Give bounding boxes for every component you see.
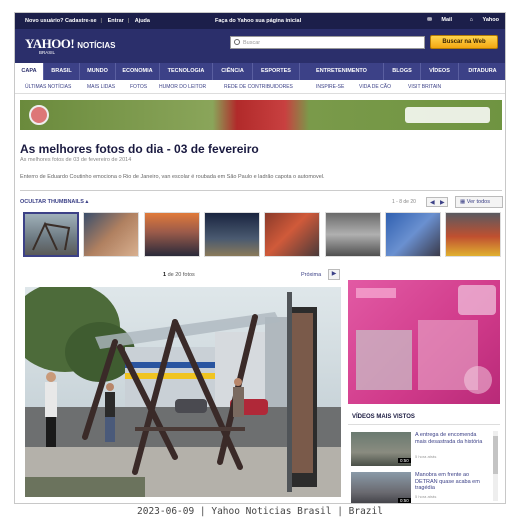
grid-icon: ▦ <box>460 199 466 205</box>
divider <box>20 190 502 191</box>
thumbnail[interactable] <box>23 212 79 257</box>
banner-ad[interactable] <box>20 100 502 130</box>
caret-up-icon: ▴ <box>85 199 89 205</box>
utility-bar: Novo usuário? Cadastre-se | Entrar | Ajuda… <box>15 13 505 29</box>
next-arrow-icon[interactable]: ▶ <box>440 199 445 206</box>
gallery-description: Enterro de Eduardo Coutinho emociona o R… <box>20 174 325 180</box>
yahoo-link[interactable]: ⌂ Yahoo <box>462 17 499 23</box>
help-link[interactable]: Ajuda <box>135 18 150 24</box>
site-header: YAHOO! NOTÍCIAS BRASIL Buscar Buscar na W… <box>15 29 505 63</box>
subnav-rede[interactable]: REDE DE CONTRIBUIDORES <box>224 84 293 90</box>
nav-tecnologia[interactable]: TECNOLOGIA <box>160 63 213 80</box>
homepage-link[interactable]: Faça do Yahoo sua página inicial <box>215 18 301 24</box>
nav-blogs[interactable]: BLOGS <box>384 63 421 80</box>
video-duration: 0:50 <box>398 498 411 503</box>
thumbnail[interactable] <box>325 212 381 257</box>
nav-capa[interactable]: CAPA <box>15 63 44 80</box>
subnav-mais-lidas[interactable]: MAIS LIDAS <box>87 84 115 90</box>
video-title[interactable]: A entrega de encomenda mais desastrada d… <box>415 432 487 445</box>
scrollbar-thumb[interactable] <box>493 436 498 474</box>
main-photo[interactable] <box>25 287 341 497</box>
nav-mundo[interactable]: MUNDO <box>80 63 116 80</box>
next-arrow-icon: ▶ <box>331 271 337 277</box>
sidebar-ad[interactable] <box>348 280 500 404</box>
hide-thumbnails-toggle[interactable]: OCULTAR THUMBNAILS ▴ <box>20 199 88 205</box>
mail-icon: ✉ <box>427 17 432 23</box>
nav-esportes[interactable]: ESPORTES <box>253 63 300 80</box>
yahoo-logo[interactable]: YAHOO! NOTÍCIAS BRASIL <box>25 35 115 55</box>
subnav-vida-de-cao[interactable]: VIDA DE CÃO <box>359 84 391 90</box>
login-link[interactable]: Entrar <box>108 18 124 24</box>
browser-page: Novo usuário? Cadastre-se | Entrar | Ajuda… <box>14 12 506 504</box>
main-nav: CAPA BRASIL MUNDO ECONOMIA TECNOLOGIA CI… <box>15 63 505 80</box>
page-subtitle: As melhores fotos de 03 de fevereiro de … <box>20 157 132 163</box>
videos-heading: VÍDEOS MAIS VISTOS <box>348 410 500 425</box>
videos-scrollbar[interactable] <box>493 431 498 501</box>
photo-pager: 1 de 20 fotos <box>163 272 195 278</box>
sub-nav: ÚLTIMAS NOTÍCIAS MAIS LIDAS FOTOS HUMOR … <box>15 80 505 94</box>
prev-arrow-icon[interactable]: ◀ <box>430 199 435 206</box>
nav-videos[interactable]: VÍDEOS <box>421 63 459 80</box>
subnav-humor[interactable]: HUMOR DO LEITOR <box>159 84 206 90</box>
thumb-counter: 1 - 8 de 20 <box>392 199 416 205</box>
video-item[interactable]: 0:50 Manobra em frente ao DETRAN quase a… <box>351 472 496 503</box>
mail-link[interactable]: ✉ Mail <box>419 17 452 23</box>
nav-ditadura[interactable]: DITADURA <box>459 63 505 80</box>
search-web-button[interactable]: Buscar na Web <box>430 35 498 49</box>
subnav-inspire[interactable]: INSPIRE-SE <box>316 84 344 90</box>
screenshot-caption: 2023-06-09 | Yahoo Noticias Brasil | Bra… <box>137 506 383 517</box>
video-duration: 0:50 <box>398 458 411 463</box>
view-all-button[interactable]: ▦ Ver todos <box>455 196 503 208</box>
nav-economia[interactable]: ECONOMIA <box>116 63 160 80</box>
video-title[interactable]: Manobra em frente ao DETRAN quase acaba … <box>415 472 487 492</box>
thumb-pager: ◀ ▶ <box>426 197 448 207</box>
next-link[interactable]: Próxima <box>301 272 321 278</box>
subnav-ultimas[interactable]: ÚLTIMAS NOTÍCIAS <box>25 84 71 90</box>
thumbnail[interactable] <box>445 212 501 257</box>
nav-entretenimento[interactable]: ENTRETENIMENTO <box>300 63 384 80</box>
nav-brasil[interactable]: BRASIL <box>44 63 80 80</box>
subnav-fotos[interactable]: FOTOS <box>130 84 147 90</box>
ad-logo <box>29 105 49 125</box>
video-item[interactable]: 0:50 A entrega de encomenda mais desastr… <box>351 432 496 468</box>
thumbnail[interactable] <box>264 212 320 257</box>
subnav-visit-britain[interactable]: VISIT BRITAIN <box>408 84 441 90</box>
thumbnail[interactable] <box>385 212 441 257</box>
video-meta: 5 hora atrás <box>415 494 437 499</box>
video-meta: 5 hora atrás <box>415 454 437 459</box>
next-button[interactable]: ▶ <box>328 269 340 280</box>
thumbnail-strip <box>23 212 503 259</box>
search-input[interactable]: Buscar <box>230 36 425 49</box>
page-title: As melhores fotos do dia - 03 de feverei… <box>20 142 259 156</box>
thumbnail[interactable] <box>204 212 260 257</box>
home-icon: ⌂ <box>469 17 473 23</box>
thumbnail[interactable] <box>83 212 139 257</box>
thumbnail[interactable] <box>144 212 200 257</box>
ad-cta <box>405 107 490 123</box>
signup-link[interactable]: Novo usuário? Cadastre-se <box>25 18 97 24</box>
search-icon <box>234 39 240 45</box>
nav-ciencia[interactable]: CIÊNCIA <box>213 63 253 80</box>
